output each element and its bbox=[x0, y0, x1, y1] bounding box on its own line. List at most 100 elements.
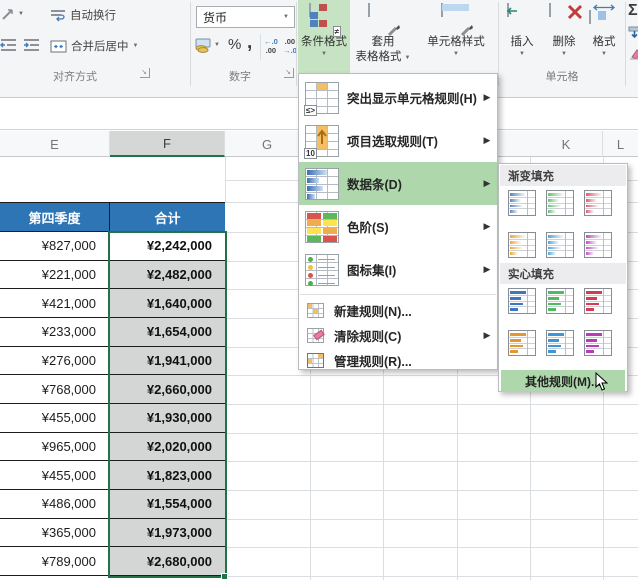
cell-q4[interactable]: ¥276,000 bbox=[0, 347, 110, 375]
table-row[interactable]: ¥455,000¥1,930,000 bbox=[0, 404, 225, 433]
table-row[interactable]: ¥789,000¥2,680,000 bbox=[0, 547, 225, 576]
menu-item-icon-sets[interactable]: 图标集(I) ▶ bbox=[299, 248, 497, 291]
menu-item-top-bottom-rules[interactable]: 10 项目选取规则(T) ▶ bbox=[299, 119, 497, 162]
menu-item-clear-rules[interactable]: 清除规则(C) ▶ bbox=[299, 323, 497, 348]
fill-button[interactable] bbox=[628, 26, 638, 39]
format-as-table-button[interactable]: 套用 表格格式 ▼ bbox=[352, 0, 414, 73]
clear-button[interactable] bbox=[628, 48, 638, 60]
submenu-arrow-icon: ▶ bbox=[479, 330, 495, 341]
wrap-text-button[interactable]: 自动换行 bbox=[46, 5, 120, 25]
cell-q4[interactable]: ¥827,000 bbox=[0, 232, 110, 260]
solid-orange-data-bar-option[interactable] bbox=[508, 330, 536, 356]
decrease-indent-button[interactable] bbox=[0, 38, 17, 52]
cell-q4[interactable]: ¥789,000 bbox=[0, 547, 110, 575]
group-separator bbox=[498, 2, 499, 86]
table-row[interactable]: ¥221,000¥2,482,000 bbox=[0, 261, 225, 290]
table-row[interactable]: ¥365,000¥1,973,000 bbox=[0, 519, 225, 548]
cell-q4[interactable]: ¥421,000 bbox=[0, 289, 110, 317]
menu-item-highlight-cells[interactable]: ≤> 突出显示单元格规则(H) ▶ bbox=[299, 76, 497, 119]
table-row[interactable]: ¥455,000¥1,823,000 bbox=[0, 461, 225, 490]
cell-total[interactable]: ¥2,242,000 bbox=[110, 232, 225, 260]
cell-styles-button[interactable]: 单元格样式 ▼ bbox=[416, 0, 496, 73]
cell-q4[interactable]: ¥486,000 bbox=[0, 490, 110, 518]
comma-style-button[interactable]: , bbox=[247, 32, 252, 54]
dialog-launcher-icon[interactable]: ↘ bbox=[140, 68, 150, 78]
format-cells-button[interactable]: 格式 ▼ bbox=[585, 0, 623, 73]
table-header-q4[interactable]: 第四季度 bbox=[0, 203, 110, 231]
cell-q4[interactable]: ¥233,000 bbox=[0, 318, 110, 346]
accounting-format-button[interactable]: ▼ bbox=[194, 37, 220, 53]
table-header-total[interactable]: 合计 bbox=[110, 203, 225, 231]
cell-total[interactable]: ¥1,654,000 bbox=[110, 318, 225, 346]
column-header-f[interactable]: F bbox=[110, 131, 225, 157]
table-row[interactable]: ¥965,000¥2,020,000 bbox=[0, 433, 225, 462]
increase-decimal-button[interactable]: ←.0 .00 bbox=[264, 37, 278, 55]
cell-total[interactable]: ¥2,482,000 bbox=[110, 261, 225, 289]
cell-total[interactable]: ¥2,660,000 bbox=[110, 375, 225, 403]
decrease-decimal-button[interactable]: .00 →.0 bbox=[283, 37, 297, 55]
menu-item-new-rule[interactable]: 新建规则(N)... bbox=[299, 298, 497, 323]
number-group-label: 数字 bbox=[195, 68, 285, 84]
table-row[interactable]: ¥486,000¥1,554,000 bbox=[0, 490, 225, 519]
table-row[interactable]: ¥768,000¥2,660,000 bbox=[0, 375, 225, 404]
gradient-lightblue-data-bar-option[interactable] bbox=[546, 232, 574, 258]
gradient-red-data-bar-option[interactable] bbox=[584, 190, 612, 216]
gridline bbox=[225, 490, 638, 491]
cell-total[interactable]: ¥2,020,000 bbox=[110, 433, 225, 461]
merge-center-button[interactable]: 合并后居中 ▼ bbox=[46, 36, 142, 56]
conditional-formatting-button[interactable]: ≠ 条件格式 ▼ bbox=[298, 0, 350, 73]
number-format-select[interactable]: 货币 ▼ bbox=[196, 6, 295, 28]
cell-q4[interactable]: ¥965,000 bbox=[0, 433, 110, 461]
autosum-button[interactable]: Σ bbox=[628, 2, 638, 20]
dialog-launcher-icon[interactable]: ↘ bbox=[284, 68, 294, 78]
menu-item-data-bars[interactable]: 数据条(D) ▶ bbox=[299, 162, 497, 205]
percent-style-button[interactable]: % bbox=[228, 36, 241, 53]
gradient-purple-data-bar-option[interactable] bbox=[584, 232, 612, 258]
decrease-decimal-top: .00 bbox=[285, 37, 295, 46]
column-header-k[interactable]: K bbox=[530, 131, 603, 157]
cell-q4[interactable]: ¥365,000 bbox=[0, 519, 110, 547]
cell-q4[interactable]: ¥455,000 bbox=[0, 404, 110, 432]
fill-handle[interactable] bbox=[221, 573, 228, 580]
cell-q4[interactable]: ¥221,000 bbox=[0, 261, 110, 289]
gradient-orange-data-bar-option[interactable] bbox=[508, 232, 536, 258]
delete-label: 删除 bbox=[553, 36, 576, 49]
solid-purple-data-bar-option[interactable] bbox=[584, 330, 612, 356]
table-row[interactable]: ¥276,000¥1,941,000 bbox=[0, 347, 225, 376]
table-row[interactable]: ¥421,000¥1,640,000 bbox=[0, 289, 225, 318]
solid-lightblue-data-bar-option[interactable] bbox=[546, 330, 574, 356]
cell-total[interactable]: ¥1,930,000 bbox=[110, 404, 225, 432]
table-row[interactable]: ¥827,000¥2,242,000 bbox=[0, 232, 225, 261]
solid-blue-data-bar-option[interactable] bbox=[508, 288, 536, 314]
menu-item-color-scales[interactable]: 色阶(S) ▶ bbox=[299, 205, 497, 248]
column-header-l[interactable]: L bbox=[603, 131, 638, 157]
gradient-blue-data-bar-option[interactable] bbox=[508, 190, 536, 216]
menu-item-label: 图标集(I) bbox=[347, 260, 479, 279]
data-bars-icon bbox=[305, 168, 339, 200]
delete-cells-button[interactable]: 删除 ▼ bbox=[544, 0, 584, 73]
increase-indent-button[interactable] bbox=[23, 38, 40, 52]
decrease-decimal-bottom: →.0 bbox=[283, 46, 297, 55]
cell-total[interactable]: ¥1,941,000 bbox=[110, 347, 225, 375]
submenu-arrow-icon: ▶ bbox=[479, 221, 495, 232]
accounting-format-icon bbox=[194, 37, 212, 53]
cell-total[interactable]: ¥1,823,000 bbox=[110, 461, 225, 489]
cell-total[interactable]: ¥1,973,000 bbox=[110, 519, 225, 547]
insert-cells-button[interactable]: 插入 ▼ bbox=[502, 0, 542, 73]
solid-red-data-bar-option[interactable] bbox=[584, 288, 612, 314]
conditional-formatting-menu: ≤> 突出显示单元格规则(H) ▶ 10 项目选取规则(T) ▶ 数据条(D) … bbox=[298, 73, 498, 370]
top10-icon: 10 bbox=[305, 125, 339, 157]
column-header-e[interactable]: E bbox=[0, 131, 110, 157]
table-row[interactable]: ¥233,000¥1,654,000 bbox=[0, 318, 225, 347]
gradient-green-data-bar-option[interactable] bbox=[546, 190, 574, 216]
solid-green-data-bar-option[interactable] bbox=[546, 288, 574, 314]
cell-total[interactable]: ¥1,640,000 bbox=[110, 289, 225, 317]
cell-total[interactable]: ¥2,680,000 bbox=[110, 547, 225, 575]
data-bars-submenu: 渐变填充 实心填充 其他规则(M)... bbox=[498, 163, 628, 392]
text-orientation-button[interactable]: ▼ bbox=[0, 5, 24, 23]
cells-group-label: 单元格 bbox=[502, 68, 622, 84]
menu-item-manage-rules[interactable]: 管理规则(R)... bbox=[299, 348, 497, 373]
cell-q4[interactable]: ¥768,000 bbox=[0, 375, 110, 403]
cell-total[interactable]: ¥1,554,000 bbox=[110, 490, 225, 518]
cell-q4[interactable]: ¥455,000 bbox=[0, 461, 110, 489]
